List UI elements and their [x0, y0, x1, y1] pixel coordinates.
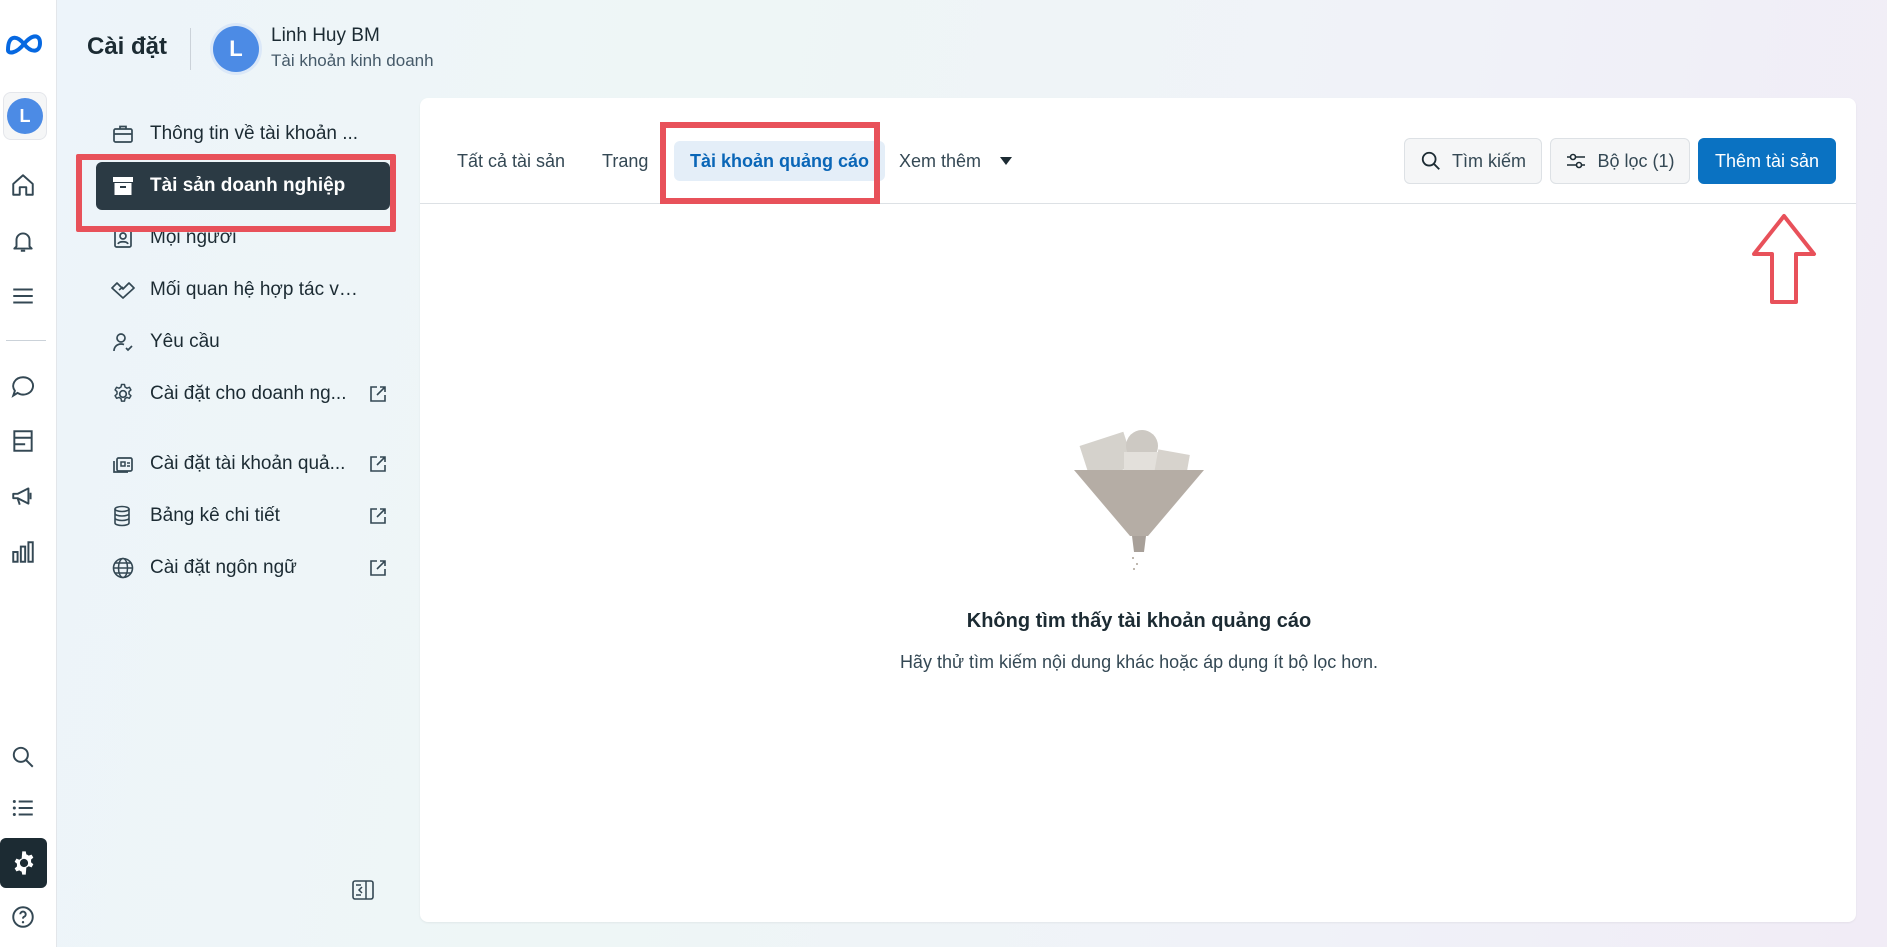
bell-icon[interactable] [8, 226, 38, 256]
tab-see-more-label: Xem thêm [899, 150, 982, 171]
nav-item-business-info[interactable]: Thông tin về tài khoản ... [96, 110, 390, 158]
ad-account-icon [110, 451, 136, 477]
nav-item-label: Cài đặt tài khoản quả... [150, 453, 346, 474]
nav-item-label: Thông tin về tài khoản ... [150, 123, 359, 144]
globe-icon [110, 555, 136, 581]
settings-rail-item[interactable] [0, 838, 47, 888]
people-icon [110, 225, 136, 251]
meta-logo[interactable] [4, 28, 44, 58]
bar-chart-icon[interactable] [8, 537, 38, 567]
tab-all-assets[interactable]: Tất cả tài sản [441, 141, 581, 181]
nav-item-label: Tài sản doanh nghiệp [150, 175, 346, 196]
archive-icon [110, 173, 136, 199]
global-nav-rail: L [0, 0, 57, 947]
external-link-icon [366, 556, 390, 580]
handshake-icon [110, 277, 136, 303]
external-link-icon [366, 452, 390, 476]
list-icon[interactable] [8, 793, 38, 823]
user-check-icon [110, 329, 136, 355]
gear-icon [110, 381, 136, 407]
nav-item-language[interactable]: Cài đặt ngôn ngữ [96, 544, 390, 592]
nav-item-business-assets[interactable]: Tài sản doanh nghiệp [96, 162, 390, 210]
briefcase-icon [110, 121, 136, 147]
nav-item-label: Mọi người [150, 227, 237, 248]
nav-item-partnerships[interactable]: Mối quan hệ hợp tác về... [96, 266, 390, 314]
chat-icon[interactable] [8, 372, 38, 402]
external-link-icon [366, 504, 390, 528]
nav-item-billing[interactable]: Bảng kê chi tiết [96, 492, 390, 540]
gear-icon [14, 851, 33, 875]
assets-tabbar: Tất cả tài sản Trang Tài khoản quảng cáo… [420, 98, 1856, 204]
menu-icon[interactable] [8, 281, 38, 311]
account-switcher[interactable]: L [3, 92, 47, 140]
nav-item-label: Cài đặt ngôn ngữ [150, 557, 297, 578]
collapse-sidebar-button[interactable] [348, 876, 378, 904]
business-avatar[interactable]: L [213, 26, 259, 72]
header-divider [190, 28, 191, 70]
business-type: Tài khoản kinh doanh [271, 51, 434, 70]
caret-down-icon [999, 156, 1013, 166]
nav-item-business-settings[interactable]: Cài đặt cho doanh ng... [96, 370, 390, 418]
collapse-panel-icon [352, 880, 374, 900]
pages-icon[interactable] [8, 426, 38, 456]
page-title: Cài đặt [87, 33, 168, 60]
account-avatar: L [7, 98, 43, 134]
search-button-label: Tìm kiếm [1452, 150, 1526, 171]
tab-pages[interactable]: Trang [586, 141, 664, 181]
nav-item-label: Mối quan hệ hợp tác về... [150, 279, 364, 300]
business-name[interactable]: Linh Huy BM [271, 25, 380, 47]
up-arrow-annotation [1752, 214, 1816, 304]
external-link-icon [366, 382, 390, 406]
tab-ad-accounts[interactable]: Tài khoản quảng cáo [674, 141, 886, 181]
tab-see-more[interactable]: Xem thêm [883, 141, 1029, 181]
empty-funnel-illustration [1074, 430, 1204, 570]
nav-item-label: Yêu cầu [150, 331, 220, 352]
nav-item-label: Bảng kê chi tiết [150, 505, 280, 526]
filter-button-label: Bộ lọc (1) [1597, 150, 1675, 171]
add-asset-button[interactable]: Thêm tài sản [1698, 138, 1836, 184]
search-icon [1421, 151, 1440, 170]
empty-state-subtitle: Hãy thử tìm kiếm nội dung khác hoặc áp d… [899, 652, 1379, 672]
search-button[interactable]: Tìm kiếm [1404, 138, 1542, 184]
filter-button[interactable]: Bộ lọc (1) [1550, 138, 1690, 184]
nav-item-ad-account-settings[interactable]: Cài đặt tài khoản quả... [96, 440, 390, 488]
empty-state-title: Không tìm thấy tài khoản quảng cáo [966, 610, 1312, 632]
help-icon[interactable] [8, 902, 38, 932]
megaphone-icon[interactable] [8, 481, 38, 511]
sliders-icon [1567, 153, 1586, 169]
coins-icon [110, 503, 136, 529]
nav-item-requests[interactable]: Yêu cầu [96, 318, 390, 366]
home-icon[interactable] [8, 170, 38, 200]
search-icon[interactable] [8, 742, 38, 772]
nav-item-label: Cài đặt cho doanh ng... [150, 383, 347, 404]
rail-divider [6, 340, 46, 341]
nav-item-people[interactable]: Mọi người [96, 214, 390, 262]
